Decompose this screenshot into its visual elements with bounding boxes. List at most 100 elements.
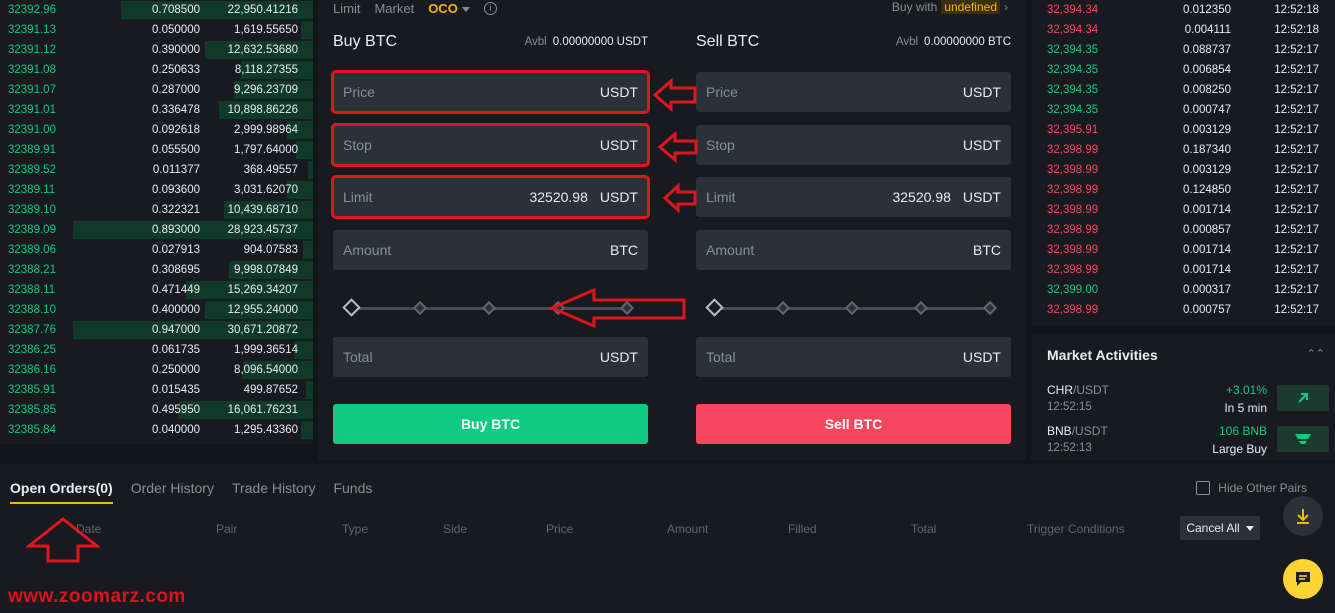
chat-button[interactable] [1283, 559, 1323, 599]
orderbook-row[interactable]: 32391.07 0.287000 9,296.23709 [0, 80, 313, 100]
cancel-all-button[interactable]: Cancel All [1180, 516, 1260, 540]
trade-time: 12:52:17 [1274, 284, 1319, 296]
buy-limit-field[interactable]: Limit 32520.98 USDT [331, 175, 650, 219]
orderbook-row[interactable]: 32388.11 0.471449 15,269.34207 [0, 280, 313, 300]
orderbook-row[interactable]: 32389.91 0.055500 1,797.64000 [0, 140, 313, 160]
tab-limit[interactable]: Limit [333, 1, 360, 16]
annotation-arrow-up-icon [26, 517, 100, 563]
trade-price: 32,398.99 [1047, 244, 1099, 256]
activity-desc: In 5 min [1224, 401, 1267, 415]
trade-time: 12:52:17 [1274, 304, 1319, 316]
chevron-down-icon [461, 6, 470, 12]
ob-total: 1,619.55650 [234, 24, 298, 36]
ob-total: 28,923.45737 [227, 224, 298, 236]
tab-open-orders[interactable]: Open Orders(0) [10, 480, 113, 504]
ob-amount: 0.061735 [152, 344, 200, 356]
ob-total: 30,671.20872 [227, 324, 298, 336]
orderbook-row[interactable]: 32385.91 0.015435 499.87652 [0, 380, 313, 400]
buy-total-field[interactable]: Total USDT [333, 337, 648, 377]
buy-price-field[interactable]: Price USDT [331, 70, 650, 114]
info-icon[interactable]: i [483, 1, 497, 15]
tab-order-history[interactable]: Order History [131, 480, 214, 504]
checkbox[interactable] [1196, 481, 1211, 495]
trade-amount: 0.008250 [1183, 84, 1231, 96]
ob-price: 32391.13 [8, 24, 56, 36]
cancel-all-label: Cancel All [1186, 521, 1240, 535]
activity-item[interactable]: CHR/USDT 12:52:15 +3.01% In 5 min [1047, 383, 1331, 419]
ob-price: 32391.12 [8, 44, 56, 56]
orderbook-row[interactable]: 32388.21 0.308695 9,998.07849 [0, 260, 313, 280]
trade-time: 12:52:18 [1274, 24, 1319, 36]
ob-amount: 0.287000 [152, 84, 200, 96]
orderbook-row[interactable]: 32391.01 0.336478 10,898.86226 [0, 100, 313, 120]
tab-trade-history[interactable]: Trade History [232, 480, 316, 504]
collapse-icon[interactable]: ⌃⌃ [1307, 347, 1325, 360]
ob-total: 16,061.76231 [227, 404, 298, 416]
buy-with-selector[interactable]: Buy with undefined › [892, 0, 1008, 14]
sell-total-field[interactable]: Total USDT [696, 337, 1011, 377]
market-activities-title: Market Activities [1047, 347, 1158, 363]
slider-step-25[interactable] [775, 300, 791, 316]
sell-limit-field[interactable]: Limit 32520.98 USDT [696, 177, 1011, 217]
orderbook-row[interactable]: 32389.52 0.011377 368.49557 [0, 160, 313, 180]
activity-item[interactable]: BNB/USDT 12:52:13 106 BNB Large Buy [1047, 424, 1331, 460]
tab-market[interactable]: Market [374, 1, 414, 16]
trade-amount: 0.124850 [1183, 184, 1231, 196]
orderbook-row[interactable]: 32391.08 0.250633 8,118.27355 [0, 60, 313, 80]
sell-amount-slider[interactable] [705, 298, 998, 317]
trade-row: 32,395.91 0.003129 12:52:17 [1031, 120, 1335, 140]
ob-price: 32386.16 [8, 364, 56, 376]
slider-step-25[interactable] [412, 300, 428, 316]
orderbook-row[interactable]: 32389.10 0.322321 10,439.68710 [0, 200, 313, 220]
amount-label: Amount [706, 242, 755, 258]
orderbook-row[interactable]: 32385.85 0.495950 16,061.76231 [0, 400, 313, 420]
orderbook-row[interactable]: 32385.84 0.040000 1,295.43360 [0, 420, 313, 440]
slider-step-50[interactable] [481, 300, 497, 316]
trade-amount: 0.000317 [1183, 284, 1231, 296]
sell-price-field[interactable]: Price USDT [696, 72, 1011, 112]
orderbook-row[interactable]: 32388.10 0.400000 12,955.24000 [0, 300, 313, 320]
amount-unit: BTC [973, 242, 1001, 258]
ob-total: 1,999.36514 [234, 344, 298, 356]
depth-bar [308, 161, 313, 179]
trade-price: 32,398.99 [1047, 304, 1099, 316]
buy-amount-field[interactable]: Amount BTC [333, 230, 648, 270]
sell-amount-field[interactable]: Amount BTC [696, 230, 1011, 270]
buy-stop-field[interactable]: Stop USDT [331, 123, 650, 167]
ob-amount: 0.336478 [152, 104, 200, 116]
buy-btc-button[interactable]: Buy BTC [333, 404, 648, 444]
slider-step-50[interactable] [844, 300, 860, 316]
tab-funds[interactable]: Funds [333, 480, 372, 504]
orderbook-row[interactable]: 32389.11 0.093600 3,031.62070 [0, 180, 313, 200]
trade-time: 12:52:17 [1274, 64, 1319, 76]
slider-handle[interactable] [705, 298, 724, 317]
orderbook-row[interactable]: 32386.16 0.250000 8,096.54000 [0, 360, 313, 380]
orderbook-row[interactable]: 32391.00 0.092618 2,999.98964 [0, 120, 313, 140]
slider-step-75[interactable] [913, 300, 929, 316]
slider-step-100[interactable] [982, 300, 998, 316]
download-button[interactable] [1283, 496, 1323, 536]
col-type: Type [342, 522, 369, 536]
sell-btc-button[interactable]: Sell BTC [696, 404, 1011, 444]
trade-row: 32,394.35 0.006854 12:52:17 [1031, 60, 1335, 80]
trade-price: 32,394.35 [1047, 44, 1099, 56]
ob-amount: 0.027913 [152, 244, 200, 256]
orderbook-row[interactable]: 32392.96 0.708500 22,950.41216 [0, 0, 313, 20]
trade-amount: 0.001714 [1183, 244, 1231, 256]
trade-time: 12:52:17 [1274, 144, 1319, 156]
buy-with-label: Buy with [891, 0, 938, 14]
orderbook-row[interactable]: 32387.76 0.947000 30,671.20872 [0, 320, 313, 340]
hide-other-pairs-toggle[interactable]: Hide Other Pairs [1196, 481, 1307, 495]
orderbook-row[interactable]: 32386.25 0.061735 1,999.36514 [0, 340, 313, 360]
orderbook-row[interactable]: 32389.06 0.027913 904.07583 [0, 240, 313, 260]
trade-row: 32,398.99 0.000857 12:52:17 [1031, 220, 1335, 240]
orderbook-row[interactable]: 32389.09 0.893000 28,923.45737 [0, 220, 313, 240]
ob-price: 32389.91 [8, 144, 56, 156]
tab-oco[interactable]: OCO [428, 1, 470, 16]
orderbook-row[interactable]: 32391.13 0.050000 1,619.55650 [0, 20, 313, 40]
annotation-arrow-left-icon [657, 131, 698, 163]
slider-handle[interactable] [342, 298, 361, 317]
orderbook-row[interactable]: 32391.12 0.390000 12,632.53680 [0, 40, 313, 60]
sell-stop-field[interactable]: Stop USDT [696, 125, 1011, 165]
trade-amount: 0.003129 [1183, 164, 1231, 176]
